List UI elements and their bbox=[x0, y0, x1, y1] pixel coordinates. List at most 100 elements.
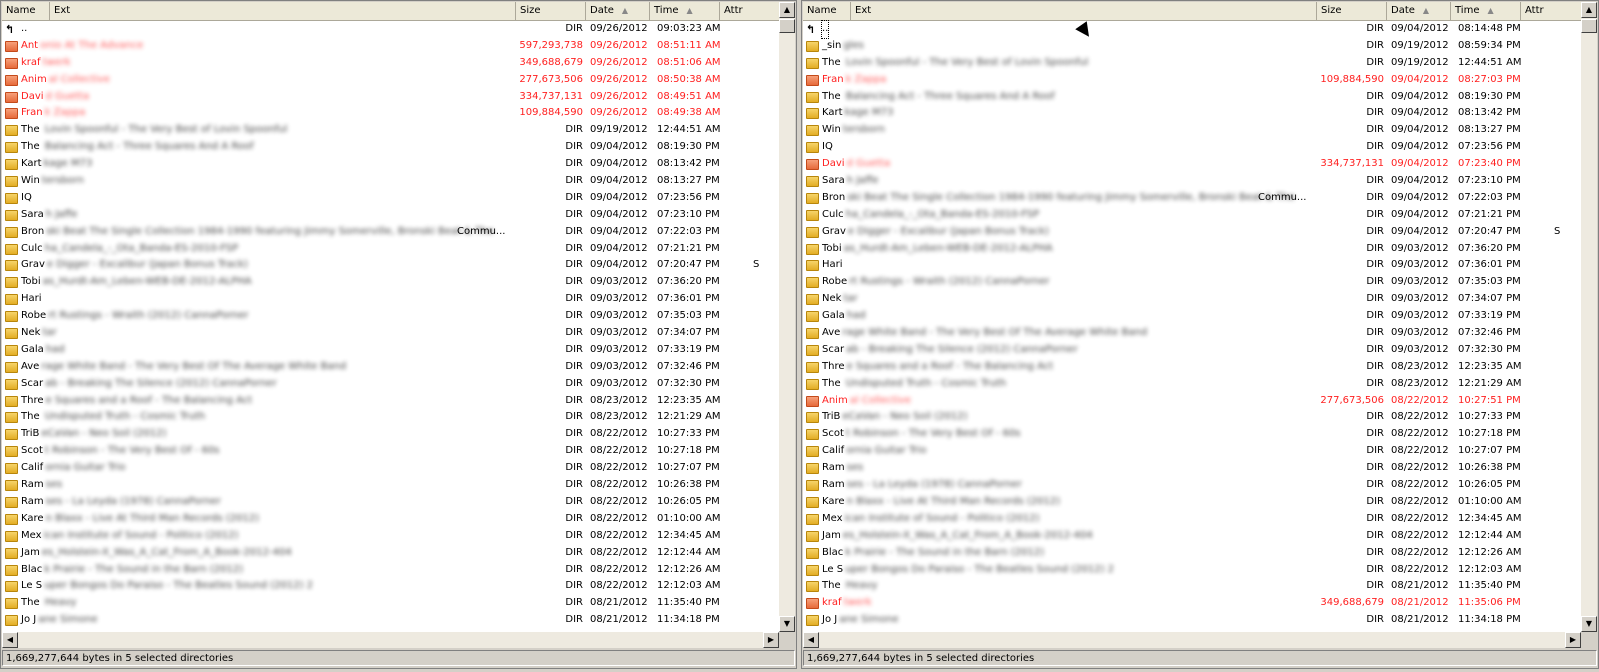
file-row[interactable]: Scar ab - Breaking The Silence (2012) Can… bbox=[803, 342, 1581, 359]
scroll-right-icon[interactable]: ▶ bbox=[763, 632, 779, 648]
file-row[interactable]: Mex ican Institute of Sound - Politico (2… bbox=[2, 528, 779, 545]
scroll-thumb[interactable] bbox=[1581, 19, 1597, 33]
file-row[interactable]: Blac k Prairie - The Sound in the Barn (2… bbox=[2, 562, 779, 579]
file-row[interactable]: IQ DIR 09/04/2012 07:23:56 PM bbox=[2, 190, 779, 207]
parent-directory-row[interactable]: ↰.. DIR 09/04/2012 08:14:48 PM bbox=[803, 20, 1581, 39]
scroll-left-icon[interactable]: ◀ bbox=[2, 632, 18, 648]
file-row[interactable]: The Undisputed Truth - Cosmic Truth DIR 08… bbox=[803, 376, 1581, 393]
file-row[interactable]: Ave rage White Band - The Very Best Of Th… bbox=[803, 325, 1581, 342]
file-row[interactable]: Kart kage M73 DIR 09/04/2012 08:13:42 PM bbox=[2, 156, 779, 173]
file-row[interactable]: Kare n Blaxx - Live At Third Man Records … bbox=[2, 511, 779, 528]
column-size-header[interactable]: Size bbox=[1317, 2, 1387, 20]
file-row[interactable]: Hari DIR 09/03/2012 07:36:01 PM bbox=[2, 291, 779, 308]
file-row[interactable]: Nek tar DIR 09/03/2012 07:34:07 PM bbox=[2, 325, 779, 342]
file-row[interactable]: Ram ses DIR 08/22/2012 10:26:38 PM bbox=[2, 477, 779, 494]
file-row[interactable]: Thre e Squares and a Roof - The Balancing… bbox=[2, 393, 779, 410]
file-row[interactable]: Scar ab - Breaking The Silence (2012) Can… bbox=[2, 376, 779, 393]
column-name-header[interactable]: Name bbox=[803, 2, 851, 20]
column-date-header[interactable]: Date ▲ bbox=[1387, 2, 1451, 20]
column-date-header[interactable]: Date ▲ bbox=[586, 2, 650, 20]
parent-directory-row[interactable]: ↰.. DIR 09/26/2012 09:03:23 AM bbox=[2, 21, 779, 38]
file-row[interactable]: Mex ican Institute of Sound - Politico (2… bbox=[803, 511, 1581, 528]
file-row[interactable]: Win tersborn DIR 09/04/2012 08:13:27 PM bbox=[803, 122, 1581, 139]
column-time-header[interactable]: Time ▲ bbox=[650, 2, 720, 20]
file-row[interactable]: Kart kage M73 DIR 09/04/2012 08:13:42 PM bbox=[803, 105, 1581, 122]
file-row[interactable]: Gala had DIR 09/03/2012 07:33:19 PM bbox=[2, 342, 779, 359]
file-row[interactable]: Ant onio At The Advance 597,293,738 09/26/2… bbox=[2, 38, 779, 55]
file-row[interactable]: Tobi as_Hurdt-Am_Leben-WEB-DE-2012-ALPHA D… bbox=[2, 274, 779, 291]
file-row[interactable]: Scot t Robinson - The Very Best Of - 60s D… bbox=[803, 426, 1581, 443]
column-time-header[interactable]: Time ▲ bbox=[1451, 2, 1521, 20]
file-row[interactable]: Grav e Digger - Excalibur (Japan Bonus Tr… bbox=[803, 224, 1581, 241]
file-row[interactable]: Calif ornia Guitar Trio DIR 08/22/2012 10:27… bbox=[2, 460, 779, 477]
left-vertical-scrollbar[interactable]: ▲ ▼ bbox=[779, 2, 795, 632]
file-row[interactable]: Le Super Bongos Do Paraiso - The Beatles… bbox=[803, 562, 1581, 579]
file-row[interactable]: Scot t Robinson - The Very Best Of - 60s D… bbox=[2, 443, 779, 460]
scroll-left-icon[interactable]: ◀ bbox=[803, 632, 819, 648]
scroll-down-icon[interactable]: ▼ bbox=[779, 616, 795, 632]
file-row[interactable]: Bron ski Beat The Single Collection 1984-… bbox=[2, 224, 779, 241]
right-horizontal-scrollbar[interactable]: ◀ ▶ bbox=[803, 632, 1581, 648]
column-ext-header[interactable]: Ext bbox=[50, 2, 516, 20]
column-name-header[interactable]: Name bbox=[2, 2, 50, 20]
file-row[interactable]: Jam es_Holstein-X_Was_A_Cat_From_A_Book-2… bbox=[803, 528, 1581, 545]
file-row[interactable]: The Lovin Spoonful - The Very Best of Lo… bbox=[803, 55, 1581, 72]
file-row[interactable]: Ram ses - La Leyda (1978) CannaPorner DIR 0… bbox=[803, 477, 1581, 494]
file-row[interactable]: TriB eCaVan - Neo Soil (2012) DIR 08/22/201… bbox=[803, 409, 1581, 426]
scroll-up-icon[interactable]: ▲ bbox=[779, 2, 795, 18]
file-row[interactable]: The Balancing Act - Three Squares And A … bbox=[2, 139, 779, 156]
file-row[interactable]: Ram ses DIR 08/22/2012 10:26:38 PM bbox=[803, 460, 1581, 477]
file-row[interactable]: The Heavy DIR 08/21/2012 11:35:40 PM bbox=[2, 595, 779, 612]
file-row[interactable]: Fran k Zappa 109,884,590 09/04/2012 08:27:03… bbox=[803, 72, 1581, 89]
file-row[interactable]: Ave rage White Band - The Very Best Of Th… bbox=[2, 359, 779, 376]
right-vertical-scrollbar[interactable]: ▲ ▼ bbox=[1581, 2, 1597, 632]
left-file-list[interactable]: Name Ext Size Date ▲ Time ▲ Attr ↰.. DIR 09/… bbox=[2, 2, 779, 632]
file-row[interactable]: Sara h Jaffe DIR 09/04/2012 07:23:10 PM bbox=[2, 207, 779, 224]
column-ext-header[interactable]: Ext bbox=[851, 2, 1317, 20]
file-row[interactable]: Gala had DIR 09/03/2012 07:33:19 PM bbox=[803, 308, 1581, 325]
file-row[interactable]: Thre e Squares and a Roof - The Balancing… bbox=[803, 359, 1581, 376]
file-row[interactable]: kraf twerk 349,688,679 08/21/2012 11:35:06 P… bbox=[803, 595, 1581, 612]
scroll-right-icon[interactable]: ▶ bbox=[1565, 632, 1581, 648]
file-row[interactable]: IQ DIR 09/04/2012 07:23:56 PM bbox=[803, 139, 1581, 156]
scroll-down-icon[interactable]: ▼ bbox=[1581, 616, 1597, 632]
file-row[interactable]: Tobi as_Hurdt-Am_Leben-WEB-DE-2012-ALPHA D… bbox=[803, 241, 1581, 258]
file-row[interactable]: Anim al Collective 277,673,506 09/26/2012 08… bbox=[2, 72, 779, 89]
file-row[interactable]: Le Super Bongos Do Paraiso - The Beatles… bbox=[2, 578, 779, 595]
file-row[interactable]: The Balancing Act - Three Squares And A … bbox=[803, 89, 1581, 106]
file-row[interactable]: Anim al Collective 277,673,506 08/22/2012 10… bbox=[803, 393, 1581, 410]
file-row[interactable]: Jo Jane Simone DIR 08/21/2012 11:34:18 PM bbox=[803, 612, 1581, 629]
file-row[interactable]: Blac k Prairie - The Sound in the Barn (2… bbox=[803, 545, 1581, 562]
file-row[interactable]: The Heavy DIR 08/21/2012 11:35:40 PM bbox=[803, 578, 1581, 595]
column-attr-header[interactable]: Attr bbox=[720, 2, 779, 20]
scroll-thumb[interactable] bbox=[779, 19, 795, 33]
file-row[interactable]: The Undisputed Truth - Cosmic Truth DIR 08… bbox=[2, 409, 779, 426]
file-row[interactable]: Davi d Guetta 334,737,131 09/26/2012 08:49:5… bbox=[2, 89, 779, 106]
left-horizontal-scrollbar[interactable]: ◀ ▶ bbox=[2, 632, 779, 648]
file-row[interactable]: _sin gles DIR 09/19/2012 08:59:34 PM bbox=[803, 38, 1581, 55]
file-row[interactable]: Sara h Jaffe DIR 09/04/2012 07:23:10 PM bbox=[803, 173, 1581, 190]
file-row[interactable]: Davi d Guetta 334,737,131 09/04/2012 07:23:4… bbox=[803, 156, 1581, 173]
right-file-list[interactable]: Name Ext Size Date ▲ Time ▲ Attr ↰.. DIR 09/… bbox=[803, 2, 1581, 632]
file-row[interactable]: Hari DIR 09/03/2012 07:36:01 PM bbox=[803, 257, 1581, 274]
file-row[interactable]: kraf twerk 349,688,679 09/26/2012 08:51:06 A… bbox=[2, 55, 779, 72]
scroll-up-icon[interactable]: ▲ bbox=[1581, 2, 1597, 18]
file-row[interactable]: TriB eCaVan - Neo Soil (2012) DIR 08/22/201… bbox=[2, 426, 779, 443]
file-row[interactable]: Kare n Blaxx - Live At Third Man Records … bbox=[803, 494, 1581, 511]
file-row[interactable]: Nek tar DIR 09/03/2012 07:34:07 PM bbox=[803, 291, 1581, 308]
file-row[interactable]: Grav e Digger - Excalibur (Japan Bonus Tr… bbox=[2, 257, 779, 274]
column-size-header[interactable]: Size bbox=[516, 2, 586, 20]
file-row[interactable]: Calif ornia Guitar Trio DIR 08/22/2012 10:27… bbox=[803, 443, 1581, 460]
file-row[interactable]: Bron ski Beat The Single Collection 1984-… bbox=[803, 190, 1581, 207]
file-row[interactable]: The Lovin Spoonful - The Very Best of Lo… bbox=[2, 122, 779, 139]
column-attr-header[interactable]: Attr bbox=[1521, 2, 1581, 20]
file-row[interactable]: Robe rt Rustings - Wraith (2012) CannaPor… bbox=[2, 308, 779, 325]
file-row[interactable]: Robe rt Rustings - Wraith (2012) CannaPor… bbox=[803, 274, 1581, 291]
file-row[interactable]: Ram ses - La Leyda (1978) CannaPorner DIR 0… bbox=[2, 494, 779, 511]
file-row[interactable]: Jam es_Holstein-X_Was_A_Cat_From_A_Book-2… bbox=[2, 545, 779, 562]
file-row[interactable]: Fran k Zappa 109,884,590 09/26/2012 08:49:38… bbox=[2, 105, 779, 122]
file-row[interactable]: Jo Jane Simone DIR 08/21/2012 11:34:18 PM bbox=[2, 612, 779, 629]
file-row[interactable]: Culc ha_Candela_-_Ota_Banda-ES-2010-FSP DI… bbox=[803, 207, 1581, 224]
file-row[interactable]: Culc ha_Candela_-_Ota_Banda-ES-2010-FSP DI… bbox=[2, 241, 779, 258]
file-row[interactable]: Win tersborn DIR 09/04/2012 08:13:27 PM bbox=[2, 173, 779, 190]
